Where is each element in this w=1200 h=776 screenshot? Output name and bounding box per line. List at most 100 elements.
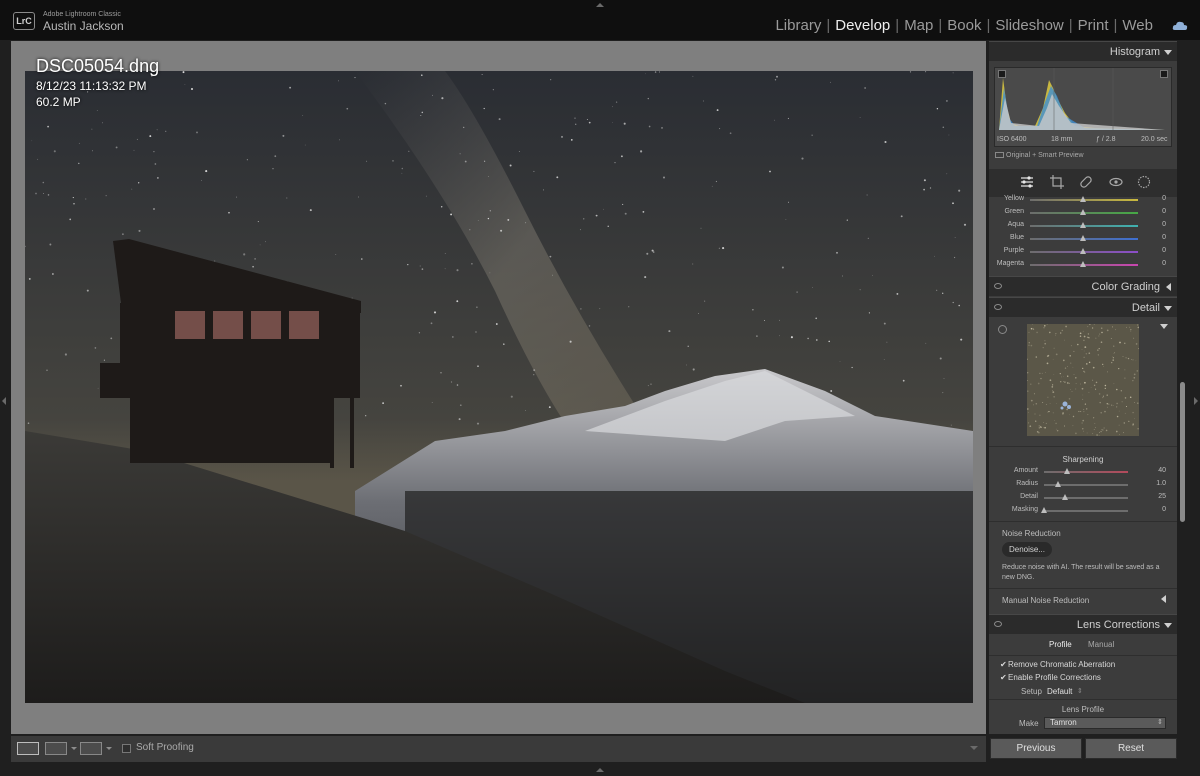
slider-track[interactable]	[1044, 510, 1128, 512]
visibility-eye-icon[interactable]	[994, 283, 1002, 289]
develop-right-panel: Histogram ISO 6400 18 mm ƒ / 2.8 20.0 se…	[989, 41, 1177, 734]
hsl-row-aqua[interactable]: Aqua 0	[989, 220, 1177, 233]
module-develop[interactable]: Develop	[832, 17, 893, 34]
hsl-value[interactable]: 0	[1162, 195, 1166, 202]
module-map[interactable]: Map	[901, 17, 936, 34]
enable-profile-label: Enable Profile Corrections	[1008, 673, 1101, 682]
make-spinner-icon[interactable]: ⇕	[1157, 718, 1163, 728]
tab-profile[interactable]: Profile	[1049, 640, 1072, 649]
hsl-row-purple[interactable]: Purple 0	[989, 246, 1177, 259]
shadow-clipping-icon[interactable]	[998, 70, 1006, 78]
photo-milky-way-lookout[interactable]	[25, 71, 973, 703]
slider-thumb[interactable]	[1063, 468, 1070, 474]
hsl-thumb[interactable]	[1080, 222, 1086, 228]
masking-icon[interactable]	[1137, 175, 1151, 189]
before-after-menu-icon[interactable]	[71, 747, 77, 750]
slider-value[interactable]: 0	[1162, 506, 1166, 513]
edit-sliders-icon[interactable]	[1020, 175, 1034, 189]
remove-ca-checkbox[interactable]: ✔Remove Chromatic Aberration	[1000, 660, 1115, 669]
module-library[interactable]: Library	[772, 17, 824, 34]
toolbar-menu-icon[interactable]	[970, 746, 978, 750]
lens-corrections-header[interactable]: Lens Corrections	[989, 614, 1177, 634]
highlight-clipping-icon[interactable]	[1160, 70, 1168, 78]
module-web[interactable]: Web	[1119, 17, 1156, 34]
slider-masking[interactable]: Masking 0	[989, 505, 1177, 518]
hsl-row-blue[interactable]: Blue 0	[989, 233, 1177, 246]
meta-aperture: ƒ / 2.8	[1096, 136, 1116, 143]
hsl-thumb[interactable]	[1080, 196, 1086, 202]
hsl-row-green[interactable]: Green 0	[989, 207, 1177, 220]
detail-header[interactable]: Detail	[989, 297, 1177, 317]
detail-zoom-preview[interactable]	[1027, 324, 1139, 436]
visibility-eye-icon[interactable]	[994, 304, 1002, 310]
smart-preview-icon	[995, 152, 1004, 159]
histogram[interactable]	[994, 67, 1172, 147]
sharpening-heading: Sharpening	[1062, 455, 1104, 464]
filmstrip-toggle-icon[interactable]	[596, 768, 604, 772]
hsl-thumb[interactable]	[1080, 209, 1086, 215]
detail-target-icon[interactable]	[998, 325, 1007, 334]
setup-select[interactable]: Default	[1047, 687, 1072, 696]
info-overlay: DSC05054.dng 8/12/23 11:13:32 PM 60.2 MP	[36, 56, 159, 109]
right-panel-toggle-icon[interactable]	[1194, 397, 1198, 405]
hsl-row-yellow[interactable]: Yellow 0	[989, 194, 1177, 207]
tab-manual[interactable]: Manual	[1088, 640, 1114, 649]
app-name: Adobe Lightroom Classic	[43, 11, 121, 18]
hsl-thumb[interactable]	[1080, 235, 1086, 241]
before-after-swap-icon[interactable]	[80, 742, 102, 755]
soft-proofing-checkbox[interactable]	[122, 744, 131, 753]
slider-thumb[interactable]	[1041, 507, 1047, 513]
loupe-view-icon[interactable]	[17, 742, 39, 755]
hsl-value[interactable]: 0	[1162, 234, 1166, 241]
slider-value[interactable]: 1.0	[1156, 480, 1166, 487]
slider-thumb[interactable]	[1055, 481, 1062, 487]
module-book[interactable]: Book	[944, 17, 984, 34]
hsl-row-magenta[interactable]: Magenta 0	[989, 259, 1177, 272]
red-eye-icon[interactable]	[1109, 175, 1123, 189]
enable-profile-checkbox[interactable]: ✔Enable Profile Corrections	[1000, 673, 1101, 682]
hsl-value[interactable]: 0	[1162, 260, 1166, 267]
make-label: Make	[1019, 719, 1039, 728]
setup-spinner-icon[interactable]: ⇕	[1077, 687, 1083, 695]
color-grading-header[interactable]: Color Grading	[989, 276, 1177, 296]
before-after-view-icon[interactable]	[45, 742, 67, 755]
right-panel-scrollbar[interactable]	[1180, 382, 1185, 522]
left-panel-toggle-icon[interactable]	[2, 397, 6, 405]
slider-value[interactable]: 25	[1158, 493, 1166, 500]
histogram-header[interactable]: Histogram	[989, 41, 1177, 61]
module-print[interactable]: Print	[1075, 17, 1112, 34]
make-select[interactable]: Tamron ⇕	[1044, 717, 1166, 729]
swap-menu-icon[interactable]	[106, 747, 112, 750]
hsl-value[interactable]: 0	[1162, 221, 1166, 228]
module-picker: Library | Develop | Map | Book | Slideshow | …	[772, 17, 1156, 34]
slider-thumb[interactable]	[1062, 494, 1068, 500]
detail-preview-toggle-icon[interactable]	[1160, 324, 1168, 329]
slider-radius[interactable]: Radius 1.0	[989, 479, 1177, 492]
manual-noise-reduction-label[interactable]: Manual Noise Reduction	[1002, 596, 1089, 605]
hsl-value[interactable]: 0	[1162, 247, 1166, 254]
meta-shutter: 20.0 sec	[1141, 136, 1168, 143]
hsl-value[interactable]: 0	[1162, 208, 1166, 215]
soft-proofing-label: Soft Proofing	[136, 742, 194, 753]
denoise-description: Reduce noise with AI. The result will be…	[1002, 564, 1160, 581]
overlay-megapixels: 60.2 MP	[36, 95, 81, 109]
develop-action-buttons: Previous Reset	[989, 738, 1177, 760]
detail-title: Detail	[1131, 302, 1160, 314]
module-slideshow[interactable]: Slideshow	[992, 17, 1066, 34]
slider-value[interactable]: 40	[1158, 467, 1166, 474]
expand-triangle-icon[interactable]	[1161, 595, 1166, 603]
slider-detail[interactable]: Detail 25	[989, 492, 1177, 505]
hsl-thumb[interactable]	[1080, 248, 1086, 254]
collapse-triangle-icon	[1164, 50, 1172, 55]
crop-icon[interactable]	[1050, 175, 1064, 189]
cloud-sync-icon[interactable]	[1172, 21, 1188, 31]
top-panel-toggle-icon[interactable]	[596, 3, 604, 7]
hsl-thumb[interactable]	[1080, 261, 1086, 267]
healing-icon[interactable]	[1079, 175, 1093, 189]
reset-button[interactable]: Reset	[1085, 738, 1177, 759]
slider-track[interactable]	[1044, 497, 1128, 499]
visibility-eye-icon[interactable]	[994, 621, 1002, 627]
slider-amount[interactable]: Amount 40	[989, 466, 1177, 479]
previous-button[interactable]: Previous	[990, 738, 1082, 759]
denoise-button[interactable]: Denoise...	[1002, 542, 1052, 557]
